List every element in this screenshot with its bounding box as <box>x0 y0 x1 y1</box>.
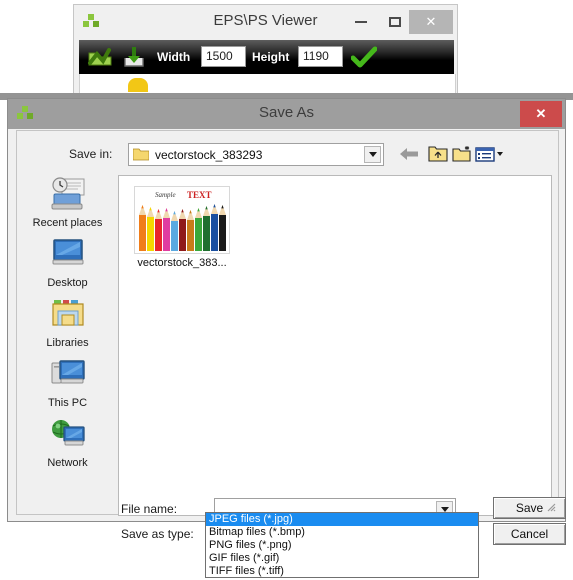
place-network[interactable]: Network <box>18 417 117 469</box>
up-folder-icon[interactable] <box>426 143 450 165</box>
save-as-dialog: Save As ✕ Save in: vectorstock_383293 Re… <box>7 98 566 545</box>
viewer-maximize-button[interactable] <box>381 11 409 33</box>
dropdown-option-jpeg[interactable]: JPEG files (*.jpg) <box>206 513 478 526</box>
cancel-button[interactable]: Cancel <box>493 523 566 545</box>
viewer-toolbar: Width 1500 Height 1190 <box>79 40 454 74</box>
dropdown-option-png[interactable]: PNG files (*.png) <box>206 539 478 552</box>
minimize-icon <box>347 11 375 33</box>
width-input[interactable]: 1500 <box>201 46 246 67</box>
colored-pencils-art <box>139 204 226 251</box>
place-label: This PC <box>47 397 88 409</box>
viewer-minimize-button[interactable] <box>347 11 375 33</box>
desktop-icon <box>52 239 83 265</box>
save-as-type-dropdown-list[interactable]: JPEG files (*.jpg) Bitmap files (*.bmp) … <box>205 512 479 578</box>
thumbnail-sample-label: Sample <box>155 191 176 199</box>
this-pc-icon <box>51 360 85 384</box>
place-this-pc[interactable]: This PC <box>18 357 117 409</box>
save-download-icon[interactable] <box>121 44 147 70</box>
viewer-close-button[interactable]: ✕ <box>409 10 453 34</box>
file-thumbnail: Sample TEXT <box>134 186 230 254</box>
thumbnail-text-label: TEXT <box>187 190 212 200</box>
network-icon <box>51 420 85 446</box>
viewer-titlebar: EPS\PS Viewer ✕ <box>74 5 457 39</box>
file-name-label-text: File name: <box>121 502 178 516</box>
folder-icon <box>133 148 149 161</box>
green-check-icon[interactable] <box>351 46 377 68</box>
libraries-icon <box>51 300 84 326</box>
save-as-titlebar: Save As ✕ <box>8 99 565 129</box>
place-recent-places[interactable]: Recent places <box>18 177 117 229</box>
document-preview-fragment <box>128 78 148 92</box>
maximize-icon <box>381 11 409 33</box>
file-list-panel[interactable]: Sample TEXT vectorstock_383... <box>118 175 552 516</box>
close-icon: ✕ <box>425 14 437 29</box>
file-name-label: vectorstock_383... <box>137 257 227 269</box>
open-folder-check-icon[interactable] <box>87 44 113 70</box>
save-as-type-label-text: Save as type: <box>121 527 194 541</box>
place-label: Libraries <box>46 337 89 349</box>
dropdown-option-gif[interactable]: GIF files (*.gif) <box>206 552 478 565</box>
new-folder-icon[interactable] <box>450 143 474 165</box>
save-in-value: vectorstock_383293 <box>155 148 263 162</box>
close-icon: ✕ <box>535 106 547 121</box>
save-as-close-button[interactable]: ✕ <box>520 101 562 127</box>
dropdown-option-bitmap[interactable]: Bitmap files (*.bmp) <box>206 526 478 539</box>
height-label: Height <box>252 50 290 64</box>
dropdown-option-tiff[interactable]: TIFF files (*.tiff) <box>206 565 478 578</box>
width-label: Width <box>157 50 191 64</box>
place-libraries[interactable]: Libraries <box>18 297 117 349</box>
place-desktop[interactable]: Desktop <box>18 237 117 289</box>
chevron-down-icon[interactable] <box>364 146 381 163</box>
save-in-label: Save in: <box>69 147 113 161</box>
eps-ps-viewer-window: EPS\PS Viewer ✕ Width 1500 Height 1190 <box>73 4 458 96</box>
height-input[interactable]: 1190 <box>298 46 343 67</box>
save-as-body: Save in: vectorstock_383293 Recent place… <box>16 130 566 545</box>
list-item[interactable]: Sample TEXT vectorstock_383... <box>127 186 237 269</box>
screen: EPS\PS Viewer ✕ Width 1500 Height 1190 S… <box>0 0 573 580</box>
back-arrow-icon[interactable] <box>397 143 421 165</box>
views-list-icon[interactable] <box>474 143 504 165</box>
place-label: Recent places <box>32 217 103 229</box>
place-label: Network <box>47 457 88 469</box>
recent-places-icon <box>51 177 84 210</box>
places-sidebar: Recent places Desktop Libraries This PC … <box>18 175 117 515</box>
save-in-combobox[interactable]: vectorstock_383293 <box>128 143 384 166</box>
resize-grip[interactable] <box>544 500 556 512</box>
place-label: Desktop <box>47 277 88 289</box>
save-as-title: Save As <box>258 104 315 121</box>
